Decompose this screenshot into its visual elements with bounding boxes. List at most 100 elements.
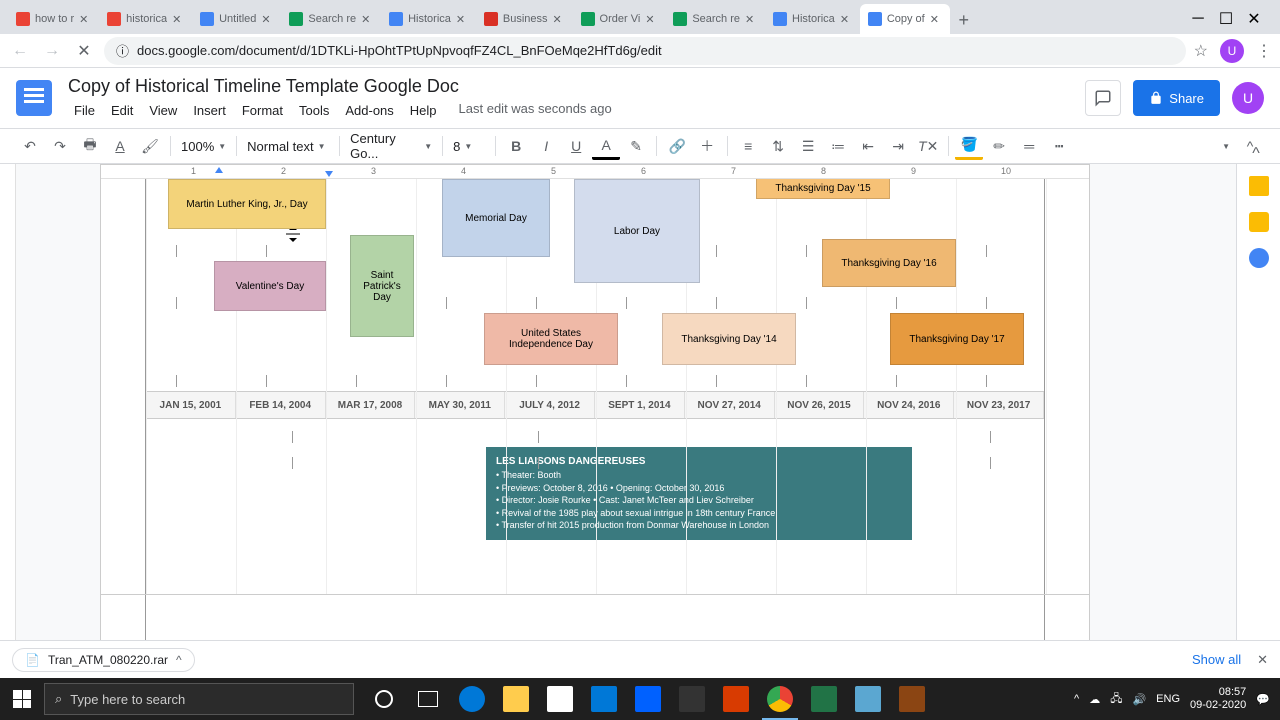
bookmark-icon[interactable]: ☆ <box>1194 41 1208 61</box>
app2-icon[interactable] <box>890 678 934 720</box>
timeline-event[interactable]: Thanksgiving Day '17 <box>890 313 1024 365</box>
horizontal-ruler[interactable]: 12345678910 <box>101 165 1089 179</box>
docs-logo-icon[interactable] <box>16 80 52 116</box>
mail-icon[interactable] <box>582 678 626 720</box>
chevron-up-icon[interactable]: ^ <box>176 653 182 667</box>
browser-tab[interactable]: Untitled✕ <box>192 4 281 34</box>
minimize-button[interactable]: ─ <box>1192 13 1204 25</box>
dropbox-icon[interactable] <box>626 678 670 720</box>
menu-help[interactable]: Help <box>404 101 443 120</box>
bullet-list-button[interactable]: ≔ <box>824 132 852 160</box>
profile-avatar[interactable]: U <box>1220 39 1244 63</box>
highlight-button[interactable]: ✎ <box>622 132 650 160</box>
browser-tab[interactable]: Search re✕ <box>665 4 765 34</box>
notepad-icon[interactable] <box>846 678 890 720</box>
office-icon[interactable] <box>714 678 758 720</box>
edge-icon[interactable] <box>450 678 494 720</box>
menu-format[interactable]: Format <box>236 101 289 120</box>
paint-format-button[interactable]: 🖌 <box>136 132 164 160</box>
share-button[interactable]: Share <box>1133 80 1220 116</box>
info-box[interactable]: LES LIAISONS DANGEREUSES • Theater: Boot… <box>486 447 912 540</box>
numbered-list-button[interactable]: ☰ <box>794 132 822 160</box>
explorer-icon[interactable] <box>494 678 538 720</box>
border-color-button[interactable]: ✏ <box>985 132 1013 160</box>
timeline-event[interactable]: Thanksgiving Day '14 <box>662 313 796 365</box>
indent-button[interactable]: ⇥ <box>884 132 912 160</box>
timeline-event[interactable]: Thanksgiving Day '16 <box>822 239 956 287</box>
browser-tab[interactable]: Search re✕ <box>281 4 381 34</box>
browser-tab[interactable]: Copy of✕ <box>860 4 950 34</box>
start-button[interactable] <box>0 678 44 720</box>
download-item[interactable]: 📄 Tran_ATM_080220.rar ^ <box>12 648 195 672</box>
address-bar[interactable]: ⓘ docs.google.com/document/d/1DTKLi-HpOh… <box>104 37 1186 65</box>
link-button[interactable]: 🔗 <box>663 132 691 160</box>
document-body[interactable]: JAN 15, 2001FEB 14, 2004MAR 17, 2008MAY … <box>145 179 1045 639</box>
zoom-select[interactable]: 100%▼ <box>177 139 230 154</box>
new-tab-button[interactable]: + <box>950 6 978 34</box>
style-select[interactable]: Normal text▼ <box>243 139 333 154</box>
tab-close-icon[interactable]: ✕ <box>930 13 942 25</box>
keep-icon-2[interactable] <box>1249 212 1269 232</box>
tasks-icon[interactable] <box>1249 248 1269 268</box>
timeline-event[interactable]: Valentine's Day <box>214 261 326 311</box>
expand-toolbar-button[interactable]: ^ <box>1244 142 1268 166</box>
cortana-icon[interactable] <box>362 678 406 720</box>
taskbar-search[interactable]: ⌕ Type here to search <box>44 683 354 715</box>
spellcheck-button[interactable]: A <box>106 132 134 160</box>
outdent-button[interactable]: ⇤ <box>854 132 882 160</box>
tab-close-icon[interactable]: ✕ <box>745 13 757 25</box>
timeline-event[interactable]: Martin Luther King, Jr., Day <box>168 179 326 229</box>
document-page-2[interactable] <box>100 594 1090 640</box>
maximize-button[interactable]: ☐ <box>1220 13 1232 25</box>
show-all-button[interactable]: Show all <box>1192 652 1241 667</box>
network-icon[interactable]: 🖧 <box>1110 690 1122 709</box>
font-select[interactable]: Century Go...▼ <box>346 131 436 161</box>
browser-tab[interactable]: Order Vi✕ <box>573 4 666 34</box>
timeline-event[interactable]: Saint Patrick's Day <box>350 235 414 337</box>
menu-insert[interactable]: Insert <box>187 101 232 120</box>
browser-tab[interactable]: Business✕ <box>476 4 573 34</box>
clock-date[interactable]: 09-02-2020 <box>1190 699 1246 712</box>
store-icon[interactable] <box>538 678 582 720</box>
redo-button[interactable]: ↷ <box>46 132 74 160</box>
forward-button[interactable]: → <box>40 39 64 63</box>
menu-view[interactable]: View <box>143 101 183 120</box>
indent-marker-right[interactable] <box>325 171 333 177</box>
tab-close-icon[interactable]: ✕ <box>456 13 468 25</box>
document-canvas[interactable]: 12345678910 JAN 15, 2001FEB 14, 2004MAR … <box>0 164 1236 640</box>
back-button[interactable]: ← <box>8 39 32 63</box>
chrome-menu-icon[interactable]: ⋮ <box>1256 41 1272 61</box>
tray-chevron-icon[interactable]: ^ <box>1074 693 1079 705</box>
comment-button[interactable]: ＋ <box>693 132 721 160</box>
document-title[interactable]: Copy of Historical Timeline Template Goo… <box>68 76 612 97</box>
keep-icon[interactable] <box>1249 176 1269 196</box>
clear-format-button[interactable]: T✕ <box>914 132 942 160</box>
border-dash-button[interactable]: ┅ <box>1045 132 1073 160</box>
tab-close-icon[interactable]: ✕ <box>79 13 91 25</box>
fill-color-button[interactable]: 🪣 <box>955 132 983 160</box>
browser-tab[interactable]: Historica✕ <box>381 4 476 34</box>
browser-tab[interactable]: how to r✕ <box>8 4 99 34</box>
browser-tab[interactable]: historica✕ <box>99 4 192 34</box>
clock-time[interactable]: 08:57 <box>1190 686 1246 699</box>
indent-marker[interactable] <box>215 167 223 173</box>
tab-close-icon[interactable]: ✕ <box>840 13 852 25</box>
language-indicator[interactable]: ENG <box>1156 693 1180 705</box>
timeline-event[interactable]: Memorial Day <box>442 179 550 257</box>
text-color-button[interactable]: A <box>592 132 620 160</box>
comments-button[interactable] <box>1085 80 1121 116</box>
timeline-event[interactable]: Thanksgiving Day '15 <box>756 179 890 199</box>
linespacing-button[interactable]: ⇅ <box>764 132 792 160</box>
tab-close-icon[interactable]: ✕ <box>261 13 273 25</box>
menu-file[interactable]: File <box>68 101 101 120</box>
close-window-button[interactable]: ✕ <box>1248 13 1260 25</box>
app-icon[interactable] <box>670 678 714 720</box>
align-button[interactable]: ≡ <box>734 132 762 160</box>
notifications-icon[interactable]: 💬 <box>1256 693 1270 706</box>
more-button[interactable]: ▼ <box>1218 142 1234 151</box>
tab-close-icon[interactable]: ✕ <box>172 13 184 25</box>
taskview-icon[interactable] <box>406 678 450 720</box>
fontsize-select[interactable]: 8▼ <box>449 139 489 154</box>
menu-add-ons[interactable]: Add-ons <box>339 101 399 120</box>
border-weight-button[interactable]: ═ <box>1015 132 1043 160</box>
